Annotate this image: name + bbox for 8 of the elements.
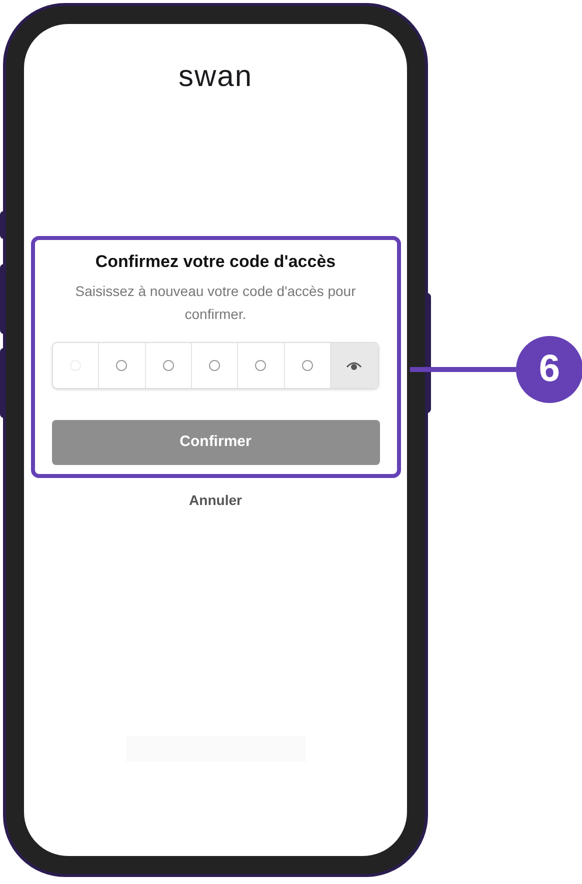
logo: swan (178, 60, 253, 94)
eye-icon (346, 360, 362, 370)
pin-input-field[interactable] (52, 342, 379, 389)
show-code-button[interactable] (330, 343, 378, 388)
cancel-link[interactable]: Annuler (189, 490, 242, 511)
callout-badge: 6 (516, 336, 582, 403)
dialog-title: Confirmez votre code d'accès (95, 251, 336, 273)
dialog-subtitle: Saisissez à nouveau votre code d'accès pour confirmer. (74, 282, 357, 324)
